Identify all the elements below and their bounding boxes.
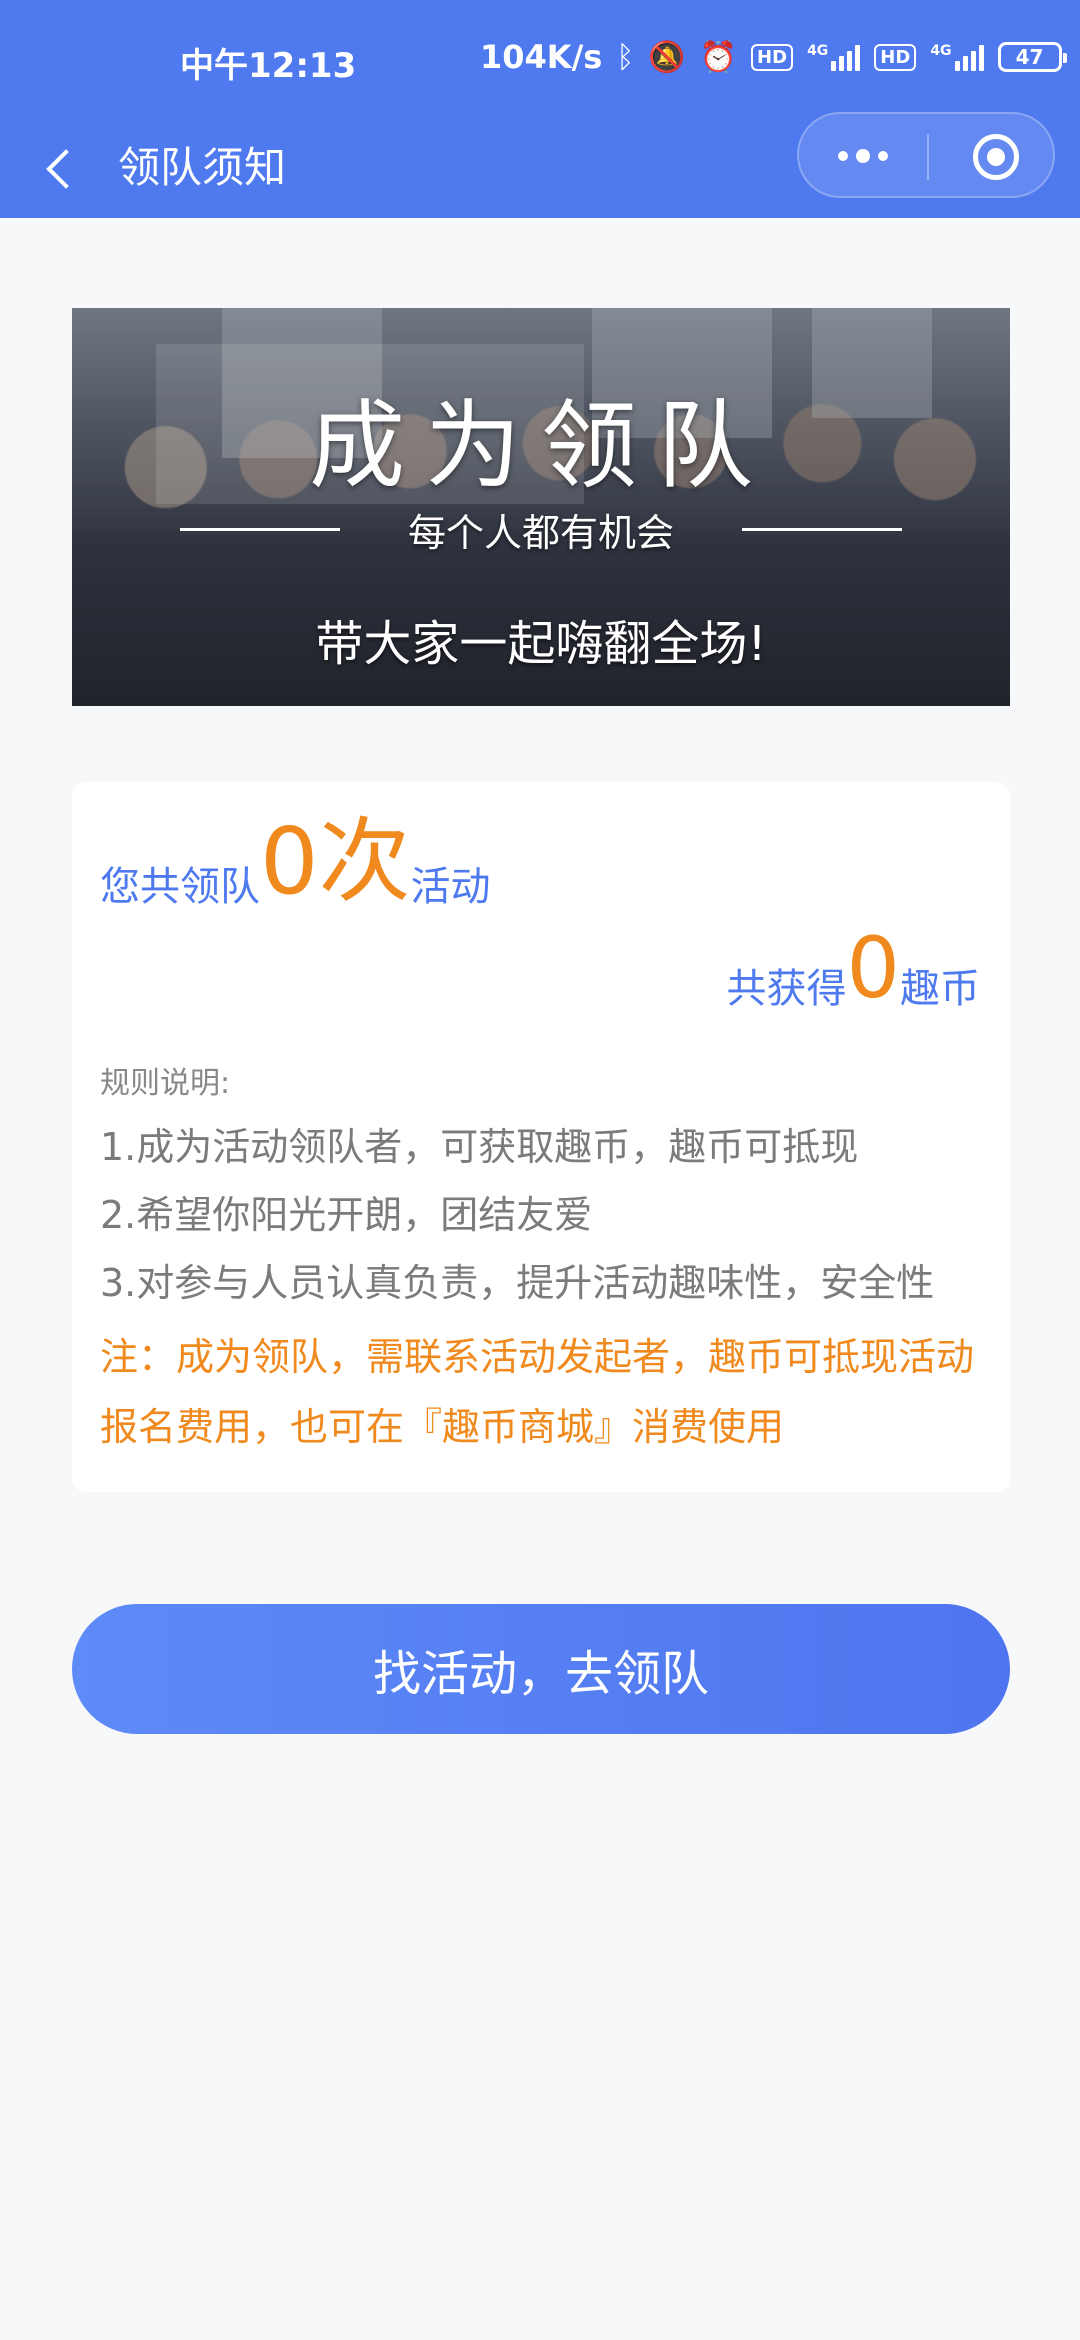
status-time: 中午12:13 bbox=[180, 46, 357, 86]
banner-subtitle: 每个人都有机会 bbox=[407, 511, 674, 555]
hd-icon-2: HD bbox=[874, 43, 917, 71]
coin-count-line: 共获得 0 趣币 bbox=[727, 922, 980, 1014]
navigation-bar: 领队须知 bbox=[0, 112, 1080, 218]
status-bar: 中午12:13 104K/s ᛒ 🔕 ⏰ HD 4G HD 4G 47 bbox=[0, 0, 1080, 120]
coin-suffix: 趣币 bbox=[900, 966, 980, 1012]
leader-info-card: 您共领队 0次 活动 共获得 0 趣币 规则说明: 1.成为活动领队者，可获取趣… bbox=[72, 782, 1010, 1492]
bluetooth-icon: ᛒ bbox=[616, 39, 635, 75]
capsule-divider bbox=[927, 134, 929, 180]
status-icons: 104K/s ᛒ 🔕 ⏰ HD 4G HD 4G 47 bbox=[480, 38, 1067, 76]
miniprogram-capsule bbox=[797, 112, 1055, 198]
back-icon[interactable] bbox=[40, 136, 90, 202]
lead-count-line: 您共领队 0次 活动 bbox=[100, 812, 491, 912]
lead-count: 0次 bbox=[260, 808, 411, 915]
rule-item: 1.成为活动领队者，可获取趣币，趣币可抵现 bbox=[100, 1125, 859, 1169]
signal-4g-icon-2: 4G bbox=[930, 43, 984, 71]
close-miniprogram-icon[interactable] bbox=[973, 134, 1019, 180]
battery-icon: 47 bbox=[997, 42, 1067, 72]
network-speed: 104K/s bbox=[480, 38, 603, 76]
banner-tagline: 带大家一起嗨翻全场! bbox=[315, 616, 767, 672]
app-header: 中午12:13 104K/s ᛒ 🔕 ⏰ HD 4G HD 4G 47 领队须知 bbox=[0, 0, 1080, 218]
hd-icon: HD bbox=[751, 43, 794, 71]
banner-title: 成为领队 bbox=[309, 390, 773, 502]
rules-note: 注：成为领队，需联系活动发起者，趣币可抵现活动报名费用，也可在『趣币商城』消费使… bbox=[100, 1335, 975, 1449]
more-icon[interactable] bbox=[799, 114, 927, 198]
lead-prefix: 您共领队 bbox=[100, 864, 260, 910]
page-title: 领队须知 bbox=[118, 143, 287, 192]
rules-title: 规则说明: bbox=[100, 1066, 231, 1101]
find-activity-lead-button[interactable]: 找活动，去领队 bbox=[72, 1604, 1010, 1734]
rule-item: 2.希望你阳光开朗，团结友爱 bbox=[100, 1193, 593, 1237]
banner-image: 成为领队 每个人都有机会 带大家一起嗨翻全场! bbox=[72, 308, 1010, 706]
rule-item: 3.对参与人员认真负责，提升活动趣味性，安全性 bbox=[100, 1261, 935, 1305]
alarm-icon: ⏰ bbox=[699, 39, 738, 75]
signal-4g-icon: 4G bbox=[807, 43, 861, 71]
mute-bell-icon: 🔕 bbox=[648, 39, 686, 75]
lead-suffix: 活动 bbox=[410, 864, 491, 910]
coin-prefix: 共获得 bbox=[726, 966, 847, 1012]
coin-count: 0 bbox=[846, 919, 900, 1017]
